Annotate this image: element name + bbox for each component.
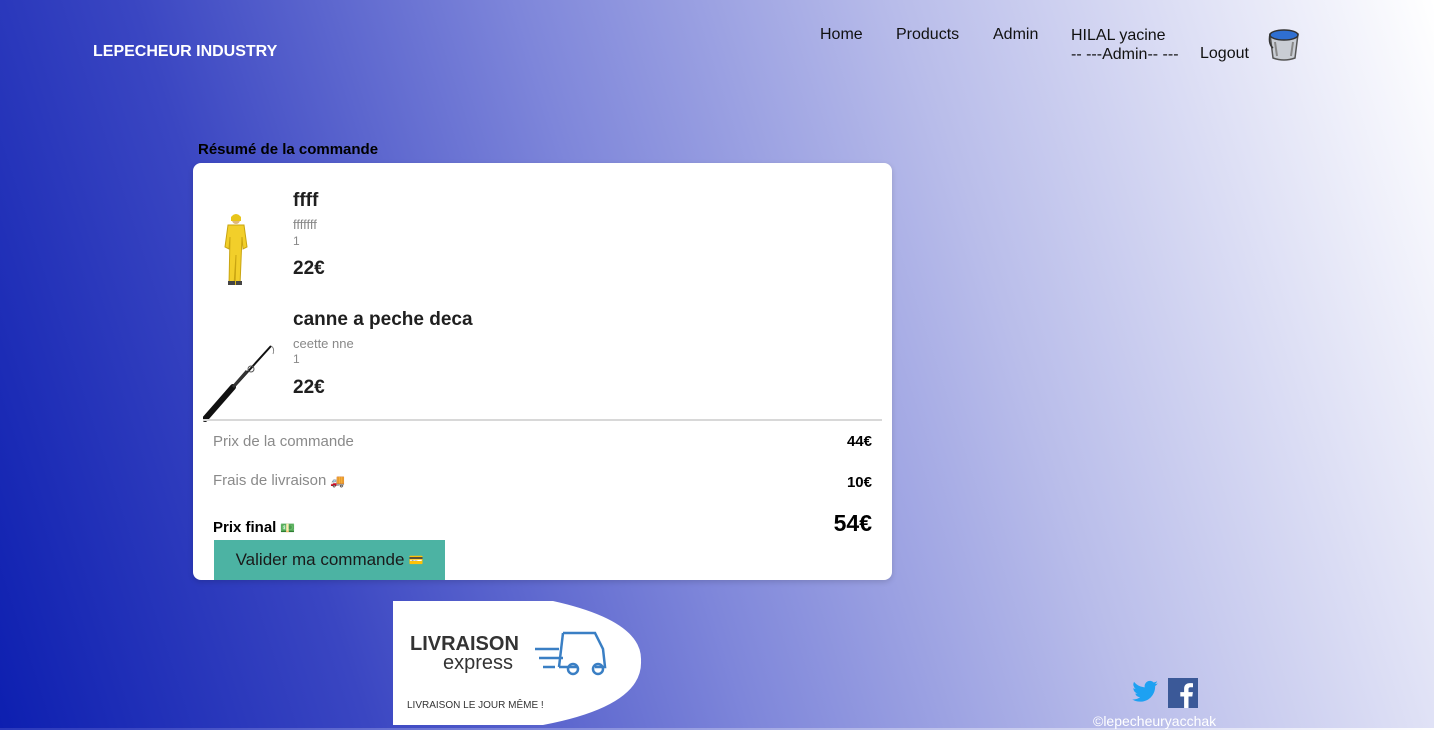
nav-home[interactable]: Home	[820, 26, 863, 44]
item-description: fffffff	[293, 217, 317, 232]
user-role: -- ---Admin-- ---	[1071, 46, 1179, 63]
order-price-value: 44€	[846, 433, 872, 450]
item-name: canne a peche deca	[293, 309, 473, 330]
order-summary-title: Résumé de la commande	[198, 141, 379, 158]
delivery-subtitle: express	[443, 652, 513, 674]
summary-divider	[203, 419, 882, 421]
validate-order-label: Valider ma commande	[235, 550, 405, 569]
validate-order-button[interactable]: Valider ma commande 💳	[214, 540, 445, 580]
final-price-value: 54€	[833, 510, 872, 536]
truck-icon: 🚚	[330, 474, 346, 488]
facebook-icon[interactable]	[1168, 678, 1199, 713]
user-info: HILAL yacine -- ---Admin-- ---	[1071, 26, 1179, 64]
shipping-label: Frais de livraison 🚚	[213, 472, 345, 489]
item-price: 22€	[293, 377, 325, 398]
logout-link[interactable]: Logout	[1200, 45, 1249, 63]
twitter-icon[interactable]	[1130, 678, 1160, 711]
final-price-label-text: Prix final	[213, 519, 277, 536]
fishing-rod-image	[202, 324, 283, 424]
item-quantity: 1	[293, 234, 300, 248]
footer-copyright: ©lepecheuryacchak	[1093, 713, 1217, 729]
order-price-label: Prix de la commande	[213, 433, 354, 450]
cart-item: canne a peche deca ceette nne 1 22€	[193, 304, 892, 422]
item-quantity: 1	[293, 352, 300, 366]
delivery-tagline: LIVRAISON LE JOUR MÊME !	[407, 698, 544, 711]
user-name: HILAL yacine	[1071, 27, 1166, 44]
bucket-icon[interactable]	[1266, 26, 1302, 62]
item-description: ceette nne	[293, 336, 354, 351]
shipping-value: 10€	[846, 474, 872, 491]
delivery-express-badge: LIVRAISON express LIVRAISON LE JOUR MÊME…	[393, 601, 643, 725]
shipping-label-text: Frais de livraison	[213, 472, 327, 489]
item-name: ffff	[293, 190, 319, 211]
credit-card-icon: 💳	[408, 553, 424, 567]
final-price-label: Prix final 💵	[213, 519, 295, 536]
nav-products[interactable]: Products	[896, 26, 959, 44]
order-summary-card: ffff fffffff 1 22€ canne a peche deca ce…	[193, 163, 892, 580]
money-icon: 💵	[280, 521, 296, 535]
item-price: 22€	[293, 258, 325, 279]
nav-admin[interactable]: Admin	[993, 26, 1038, 44]
raincoat-image	[203, 185, 283, 286]
cart-item: ffff fffffff 1 22€	[193, 185, 892, 295]
social-links	[1130, 678, 1199, 713]
